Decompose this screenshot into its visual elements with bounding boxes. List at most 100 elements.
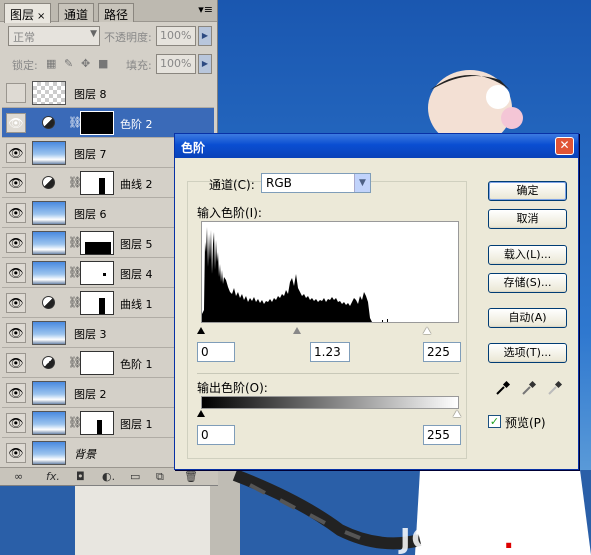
adjustment-icon (42, 176, 55, 189)
new-layer-icon[interactable]: ⧉ (156, 470, 164, 484)
eye-icon[interactable]: 👁 (6, 323, 26, 343)
output-white-field[interactable]: 255 (423, 425, 461, 445)
auto-button[interactable]: 自动(A) (488, 308, 567, 328)
tab-paths[interactable]: 路径 (98, 3, 135, 22)
channel-label: 通道(C): (209, 178, 255, 192)
black-point-handle[interactable] (197, 327, 205, 334)
layer-thumbnail (32, 441, 66, 465)
layer-thumbnail (32, 231, 66, 255)
eye-icon[interactable]: 👁 (6, 233, 26, 253)
new-group-icon[interactable]: ▭ (130, 470, 140, 483)
layer-name: 图层 8 (74, 88, 107, 101)
channel-select[interactable]: RGB ▼ (261, 173, 371, 193)
output-gradient (201, 396, 459, 409)
tab-channels[interactable]: 通道 (58, 3, 95, 22)
blend-mode-select[interactable]: 正常 ▼ (8, 26, 100, 46)
eye-icon[interactable]: 👁 (6, 113, 26, 133)
opacity-label: 不透明度: (104, 31, 152, 44)
layer-name: 图层 1 (120, 418, 153, 431)
load-button[interactable]: 载入(L)... (488, 245, 567, 265)
layer-mask[interactable] (80, 111, 114, 135)
gamma-handle[interactable] (293, 327, 301, 334)
eye-icon[interactable]: 👁 (6, 263, 26, 283)
lock-brush-icon[interactable]: ✎ (64, 57, 73, 70)
close-button[interactable]: ✕ (555, 137, 574, 155)
black-eyedropper-icon[interactable] (495, 380, 511, 396)
dialog-titlebar[interactable]: 色阶 ✕ (175, 134, 578, 158)
input-levels-label: 输入色阶(I): (197, 206, 262, 220)
eye-icon[interactable]: 👁 (6, 383, 26, 403)
fill-arrow-icon[interactable]: ▶ (198, 54, 212, 74)
layer-name: 图层 7 (74, 148, 107, 161)
layer-name: 色阶 2 (120, 118, 153, 131)
options-button[interactable]: 选项(T)... (488, 343, 567, 363)
ok-button[interactable]: 确定 (488, 181, 567, 201)
visibility-toggle[interactable] (6, 83, 26, 103)
levels-dialog: 色阶 ✕ 通道(C): RGB ▼ 输入色阶(I): 0 1.23 225 输出… (174, 133, 579, 470)
gray-eyedropper-icon[interactable] (521, 380, 537, 396)
panel-menu-icon[interactable]: ▾≡ (198, 3, 213, 16)
divider (197, 373, 459, 374)
layer-name: 图层 3 (74, 328, 107, 341)
layer-name: 曲线 1 (120, 298, 153, 311)
histogram (201, 221, 459, 323)
white-point-handle[interactable] (423, 327, 431, 334)
trash-icon[interactable]: 🗑 (184, 470, 198, 483)
lock-transparent-icon[interactable]: ▦ (46, 57, 56, 70)
input-white-field[interactable]: 225 (423, 342, 461, 362)
lock-move-icon[interactable]: ✥ (81, 57, 90, 70)
eye-icon[interactable]: 👁 (6, 353, 26, 373)
input-black-field[interactable]: 0 (197, 342, 235, 362)
eye-icon[interactable]: 👁 (6, 143, 26, 163)
panel-tabs: 图层 × 通道 路径 ▾≡ (0, 0, 217, 23)
output-black-field[interactable]: 0 (197, 425, 235, 445)
layer-row[interactable]: 图层 8 (2, 78, 214, 108)
layer-thumbnail (32, 261, 66, 285)
watermark-en: JCWcn.com (399, 522, 583, 555)
layer-thumbnail (32, 141, 66, 165)
cancel-button[interactable]: 取消 (488, 209, 567, 229)
preview-checkbox[interactable]: ✓ (488, 415, 501, 428)
output-white-handle[interactable] (453, 410, 461, 417)
new-adjustment-icon[interactable]: ◐. (102, 470, 115, 483)
layer-thumbnail (32, 321, 66, 345)
eye-icon[interactable]: 👁 (6, 443, 26, 463)
adjustment-icon (42, 296, 55, 309)
eye-icon[interactable]: 👁 (6, 173, 26, 193)
fx-icon[interactable]: fx. (46, 470, 60, 483)
fill-input[interactable]: 100% (156, 54, 196, 74)
output-slider[interactable] (197, 410, 461, 419)
input-slider[interactable] (197, 327, 459, 336)
eye-icon[interactable]: 👁 (6, 293, 26, 313)
layer-thumbnail (32, 201, 66, 225)
close-icon[interactable]: × (37, 11, 45, 22)
layer-mask[interactable] (80, 411, 114, 435)
dialog-title: 色阶 (181, 141, 206, 155)
layer-mask[interactable] (80, 261, 114, 285)
tab-layers[interactable]: 图层 × (4, 3, 52, 23)
white-eyedropper-icon[interactable] (547, 380, 563, 396)
save-button[interactable]: 存储(S)... (488, 273, 567, 293)
chevron-down-icon: ▼ (354, 174, 370, 192)
eye-icon[interactable]: 👁 (6, 413, 26, 433)
adjustment-icon (42, 116, 55, 129)
layer-name: 曲线 2 (120, 178, 153, 191)
lock-all-icon[interactable]: ■ (98, 57, 108, 70)
layer-mask[interactable] (80, 291, 114, 315)
preview-label: 预览(P) (505, 416, 546, 430)
layer-thumbnail (32, 381, 66, 405)
opacity-input[interactable]: 100% (156, 26, 196, 46)
watermark: 中国教程网 JCWcn.com (400, 500, 583, 553)
layer-name: 图层 5 (120, 238, 153, 251)
output-levels-label: 输出色阶(O): (197, 381, 268, 395)
output-black-handle[interactable] (197, 410, 205, 417)
layer-mask[interactable] (80, 171, 114, 195)
eye-icon[interactable]: 👁 (6, 203, 26, 223)
layer-mask[interactable] (80, 231, 114, 255)
layer-name: 图层 4 (120, 268, 153, 281)
add-mask-icon[interactable]: ◘ (76, 470, 85, 483)
layer-mask[interactable] (80, 351, 114, 375)
link-layers-icon[interactable]: ∞ (14, 470, 23, 483)
opacity-arrow-icon[interactable]: ▶ (198, 26, 212, 46)
input-gamma-field[interactable]: 1.23 (310, 342, 350, 362)
